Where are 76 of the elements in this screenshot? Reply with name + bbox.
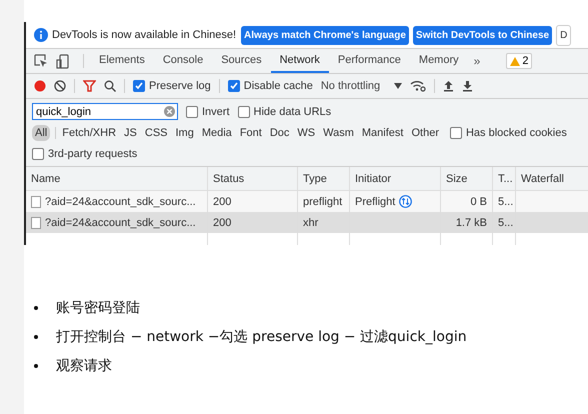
- type-filter[interactable]: All: [32, 124, 50, 140]
- filter-field[interactable]: quick_login: [32, 103, 178, 120]
- column-header[interactable]: Type: [298, 167, 350, 190]
- type-filter[interactable]: Wasm: [320, 124, 357, 140]
- column-header[interactable]: Waterfall: [516, 167, 588, 190]
- info-icon: [34, 28, 48, 42]
- bullet-text: 账号密码登陆: [56, 298, 140, 316]
- more-tabs-button[interactable]: »: [468, 54, 486, 68]
- upload-icon[interactable]: [443, 80, 454, 92]
- type-filter[interactable]: JS: [121, 124, 140, 140]
- document-icon: [31, 196, 41, 208]
- table-cell: preflight: [303, 196, 342, 208]
- bullet-text: 打开控制台 − network −勾选 preserve log − 过滤quick_login: [56, 328, 467, 346]
- type-filter[interactable]: WS: [294, 124, 318, 140]
- panel-tab[interactable]: Network: [270, 49, 329, 73]
- type-filter[interactable]: Doc: [266, 124, 292, 140]
- checkbox-label: Invert: [202, 106, 230, 118]
- bullet-text: 观察请求: [56, 356, 112, 374]
- panel-tab[interactable]: Sources: [212, 49, 271, 73]
- table-cell: xhr: [303, 216, 318, 228]
- column-header[interactable]: Status: [208, 167, 298, 190]
- banner-button[interactable]: Switch DevTools to Chinese: [412, 26, 552, 44]
- record-icon[interactable]: [34, 80, 46, 92]
- column-header[interactable]: T...: [493, 167, 516, 190]
- type-filter[interactable]: Fetch/XHR: [59, 124, 120, 140]
- table-cell: 5...: [498, 216, 514, 228]
- checkbox[interactable]: [238, 106, 250, 118]
- throttling-select[interactable]: No throttling: [320, 80, 402, 92]
- checkbox[interactable]: [133, 80, 145, 92]
- checkbox-label: Disable cache: [244, 80, 313, 92]
- filter-icon[interactable]: [83, 80, 96, 92]
- warnings-badge[interactable]: 2: [506, 53, 532, 69]
- panel-tab[interactable]: Elements: [90, 49, 154, 73]
- type-filter[interactable]: Other: [408, 124, 442, 140]
- checkbox[interactable]: [450, 126, 462, 138]
- element-picker-icon[interactable]: [34, 54, 48, 68]
- type-filter[interactable]: CSS: [142, 124, 170, 140]
- type-filter[interactable]: Img: [172, 124, 197, 140]
- clear-icon[interactable]: [54, 80, 66, 92]
- checkbox-label: Has blocked cookies: [466, 126, 567, 138]
- column-header[interactable]: Size: [441, 167, 493, 190]
- column-header[interactable]: Name: [26, 167, 208, 190]
- checkbox[interactable]: [32, 148, 44, 160]
- checkbox-label: Preserve log: [149, 80, 211, 92]
- caret-icon: [394, 83, 402, 89]
- banner-button[interactable]: Always match Chrome's language: [241, 26, 409, 44]
- request-row[interactable]: ?aid=24&account_sdk_sourc... 200 preflight Preflight 0 B 5...: [26, 191, 588, 212]
- checkbox-label: 3rd-party requests: [48, 148, 138, 160]
- download-icon[interactable]: [462, 80, 474, 92]
- table-cell: 200: [213, 216, 232, 228]
- search-icon[interactable]: [104, 80, 116, 92]
- table-cell: 200: [213, 196, 232, 208]
- checkbox[interactable]: [186, 106, 198, 118]
- panel-tab[interactable]: Console: [154, 49, 212, 73]
- device-toolbar-icon[interactable]: [56, 54, 69, 68]
- banner-button[interactable]: D: [556, 24, 572, 46]
- type-filter[interactable]: Media: [198, 124, 235, 140]
- request-row[interactable]: ?aid=24&account_sdk_sourc... 200 xhr 1.7 kB 5...: [26, 212, 588, 233]
- table-cell: 5...: [498, 196, 514, 208]
- checkbox[interactable]: [228, 80, 240, 92]
- table-cell: ?aid=24&account_sdk_sourc...: [45, 216, 196, 228]
- column-header[interactable]: Initiator: [350, 167, 441, 190]
- clear-field-icon[interactable]: [164, 106, 175, 117]
- panel-tab[interactable]: Memory: [410, 49, 468, 73]
- type-filter[interactable]: Manifest: [358, 124, 406, 140]
- table-cell: 1.7 kB: [456, 216, 487, 228]
- network-conditions-icon[interactable]: [410, 80, 426, 92]
- table-cell: Preflight: [355, 196, 396, 208]
- table-cell: ?aid=24&account_sdk_sourc...: [45, 196, 196, 208]
- preflight-icon[interactable]: [399, 195, 412, 208]
- banner-message: DevTools is now available in Chinese!: [52, 29, 236, 41]
- table-cell: 0 B: [470, 196, 487, 208]
- document-icon: [31, 216, 41, 228]
- panel-tab[interactable]: Performance: [328, 49, 410, 73]
- checkbox-label: Hide data URLs: [254, 106, 332, 118]
- type-filter[interactable]: Font: [236, 124, 265, 140]
